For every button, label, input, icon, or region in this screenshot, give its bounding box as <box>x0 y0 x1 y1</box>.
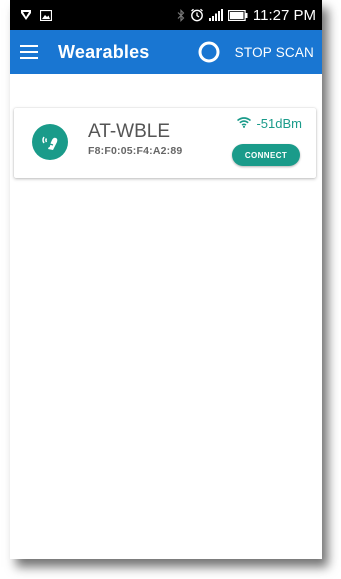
device-name: AT-WBLE <box>88 121 170 142</box>
battery-icon <box>227 9 248 21</box>
bluetooth-icon <box>177 8 185 22</box>
app-bar: Wearables STOP SCAN <box>10 30 322 74</box>
phone-screen: 11:27 PM Wearables STOP SCAN AT-WBLE F8:… <box>10 0 322 559</box>
wearable-device-icon <box>32 124 68 160</box>
page-title: Wearables <box>58 41 150 62</box>
signal-strength: -51dBm <box>237 116 302 131</box>
rssi-value: -51dBm <box>256 116 302 131</box>
stop-scan-button[interactable]: STOP SCAN <box>235 30 314 74</box>
status-time: 11:27 PM <box>252 6 316 24</box>
scan-progress-icon <box>198 41 220 63</box>
image-icon <box>40 9 52 21</box>
alarm-icon <box>190 8 204 22</box>
device-mac-address: F8:F0:05:F4:A2:89 <box>88 145 183 157</box>
wifi-icon <box>237 116 252 131</box>
device-card[interactable]: AT-WBLE F8:F0:05:F4:A2:89 -51dBm CONNECT <box>14 108 316 178</box>
notification-icon <box>20 9 32 21</box>
device-list: AT-WBLE F8:F0:05:F4:A2:89 -51dBm CONNECT <box>10 74 322 559</box>
connect-button[interactable]: CONNECT <box>232 144 300 166</box>
signal-icon <box>208 9 223 21</box>
status-bar: 11:27 PM <box>10 0 322 30</box>
menu-icon[interactable] <box>20 42 42 62</box>
screenshot-frame: 11:27 PM Wearables STOP SCAN AT-WBLE F8:… <box>0 0 341 579</box>
